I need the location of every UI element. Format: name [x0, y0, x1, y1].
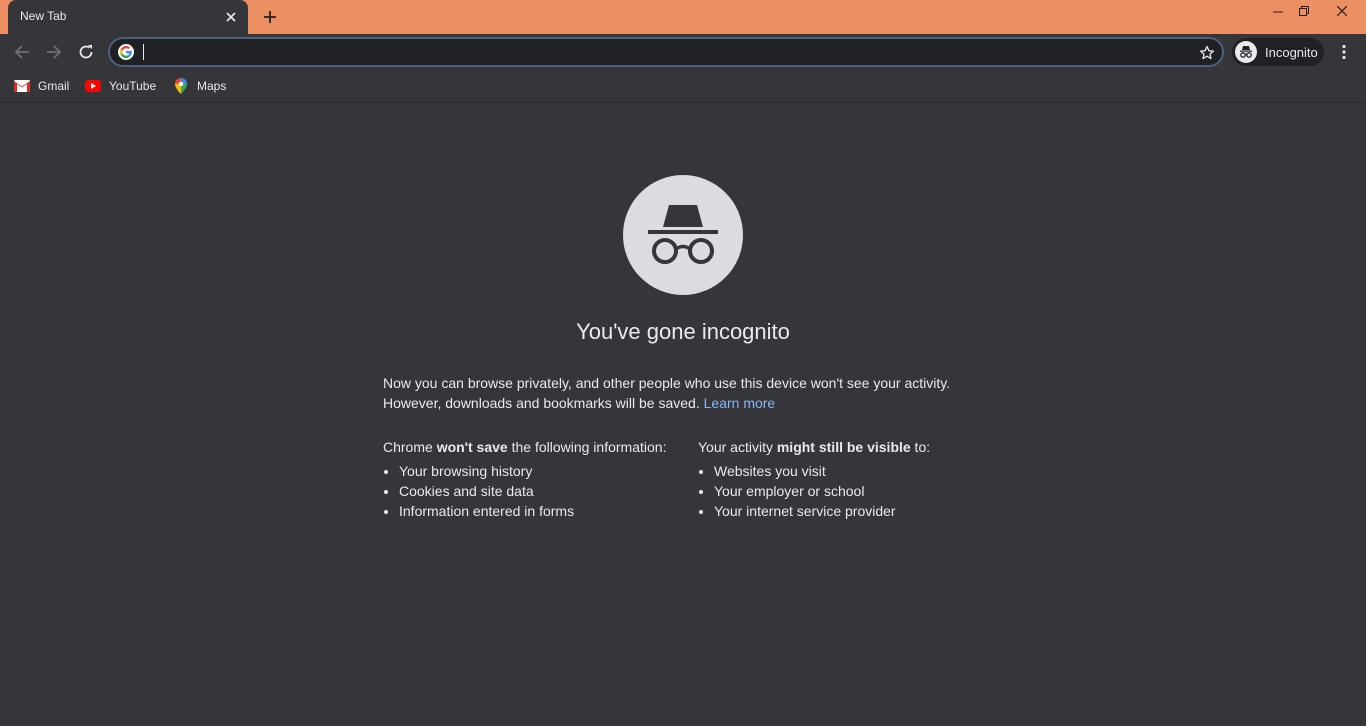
- list-item: Websites you visit: [714, 461, 1008, 481]
- back-arrow-icon[interactable]: [8, 38, 36, 66]
- omnibox-input[interactable]: [142, 42, 1182, 62]
- list-item: Information entered in forms: [399, 501, 693, 521]
- bookmark-star-icon[interactable]: [1196, 42, 1218, 64]
- wont-save-section: Chrome won't save the following informat…: [383, 437, 693, 521]
- youtube-icon: [85, 78, 101, 94]
- heading-text: the following information:: [507, 439, 667, 455]
- still-visible-heading: Your activity might still be visible to:: [698, 437, 1008, 457]
- intro-text: Now you can browse privately, and other …: [383, 373, 983, 413]
- text-caret: [143, 44, 144, 60]
- incognito-avatar-icon: [1235, 41, 1257, 63]
- bookmarks-bar: Gmail YouTube Maps: [0, 70, 1366, 103]
- bookmark-gmail[interactable]: Gmail: [14, 76, 69, 96]
- heading-text: to:: [910, 439, 931, 455]
- page-title: You've gone incognito: [576, 319, 790, 344]
- toolbar: Incognito: [0, 34, 1366, 70]
- still-visible-section: Your activity might still be visible to:…: [698, 437, 1008, 521]
- new-tab-button[interactable]: [258, 5, 282, 29]
- heading-bold: might still be visible: [776, 439, 911, 455]
- heading-text: Your activity: [698, 439, 777, 455]
- bookmark-label: Maps: [197, 79, 227, 93]
- incognito-page: You've gone incognito Now you can browse…: [0, 103, 1366, 726]
- list-item: Your employer or school: [714, 481, 1008, 501]
- bookmark-label: YouTube: [109, 79, 157, 93]
- more-menu-icon[interactable]: [1332, 38, 1356, 66]
- bookmark-maps[interactable]: Maps: [173, 76, 226, 96]
- reload-icon[interactable]: [72, 38, 100, 66]
- maps-icon: [173, 78, 189, 94]
- title-bar: New Tab: [0, 0, 1366, 34]
- forward-arrow-icon[interactable]: [40, 38, 68, 66]
- tab-title: New Tab: [20, 9, 67, 23]
- bookmark-label: Gmail: [38, 79, 70, 93]
- list-item: Your internet service provider: [714, 501, 1008, 521]
- tab-new-tab[interactable]: New Tab: [8, 0, 248, 34]
- list-item: Your browsing history: [399, 461, 693, 481]
- bookmark-youtube[interactable]: YouTube: [85, 76, 156, 96]
- profile-button[interactable]: Incognito: [1232, 38, 1324, 66]
- close-window-icon[interactable]: [1322, 0, 1362, 22]
- intro-body: Now you can browse privately, and other …: [383, 375, 951, 411]
- heading-bold: won't save: [436, 439, 508, 455]
- wont-save-list: Your browsing history Cookies and site d…: [383, 461, 693, 521]
- tab-close-icon[interactable]: [222, 8, 240, 26]
- learn-more-link[interactable]: Learn more: [704, 395, 776, 411]
- gmail-icon: [14, 78, 30, 94]
- wont-save-heading: Chrome won't save the following informat…: [383, 437, 693, 457]
- incognito-icon: [623, 175, 743, 295]
- still-visible-list: Websites you visit Your employer or scho…: [698, 461, 1008, 521]
- restore-icon[interactable]: [1287, 0, 1321, 22]
- address-bar[interactable]: [108, 37, 1224, 67]
- google-icon: [118, 44, 134, 60]
- heading-text: Chrome: [383, 439, 437, 455]
- list-item: Cookies and site data: [399, 481, 693, 501]
- profile-label: Incognito: [1265, 45, 1318, 60]
